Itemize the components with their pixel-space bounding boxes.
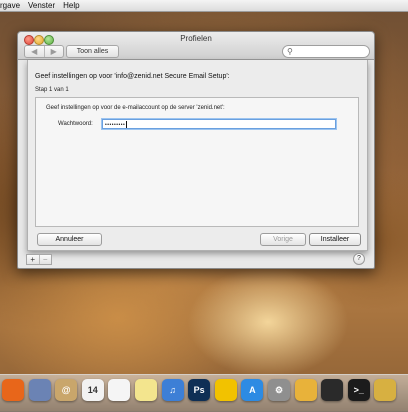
add-profile-button[interactable]: + bbox=[27, 255, 39, 264]
finder-preview-icon[interactable] bbox=[28, 379, 51, 401]
menu-item-window[interactable]: Venster bbox=[28, 1, 55, 10]
toolbox-icon[interactable] bbox=[321, 379, 344, 401]
window-title: Profielen bbox=[180, 34, 212, 43]
previous-button[interactable]: Vorige bbox=[260, 233, 306, 246]
itunes-icon[interactable]: ♫ bbox=[161, 379, 184, 401]
profiles-window: Profielen ◀ ▶ Toon alles ⚲ Geef instelli… bbox=[17, 31, 375, 269]
photoshop-icon[interactable]: Ps bbox=[188, 379, 211, 401]
password-value: ••••••••• bbox=[105, 122, 126, 128]
show-all-button[interactable]: Toon alles bbox=[66, 45, 119, 58]
profile-install-sheet: Geef instellingen op voor 'info@zenid.ne… bbox=[27, 60, 368, 251]
back-forward-control: ◀ ▶ bbox=[24, 45, 64, 58]
cancel-button[interactable]: Annuleer bbox=[37, 233, 102, 246]
text-caret bbox=[126, 121, 128, 128]
console-icon[interactable] bbox=[374, 379, 397, 401]
settings-description: Geef instellingen op voor de e-mailaccou… bbox=[46, 105, 225, 111]
menu-bar: rgave Venster Help bbox=[0, 0, 408, 12]
menu-item-edit[interactable]: rgave bbox=[0, 1, 20, 10]
terminal-icon[interactable]: >_ bbox=[347, 379, 370, 401]
cyberduck-icon[interactable] bbox=[214, 379, 237, 401]
app-store-icon[interactable]: A bbox=[241, 379, 264, 401]
help-button[interactable]: ? bbox=[353, 253, 365, 265]
address-book-icon[interactable]: @ bbox=[55, 379, 78, 401]
step-indicator: Stap 1 van 1 bbox=[35, 87, 69, 93]
menu-item-help[interactable]: Help bbox=[63, 1, 79, 10]
add-remove-control: + − bbox=[26, 254, 52, 265]
remove-profile-button[interactable]: − bbox=[38, 255, 52, 264]
password-field[interactable]: ••••••••• bbox=[102, 119, 336, 129]
sheet-heading: Geef instellingen op voor 'info@zenid.ne… bbox=[35, 73, 230, 80]
settings-box: Geef instellingen op voor de e-mailaccou… bbox=[35, 97, 359, 227]
back-button[interactable]: ◀ bbox=[25, 46, 44, 57]
install-button[interactable]: Installeer bbox=[309, 233, 361, 246]
password-label: Wachtwoord: bbox=[58, 121, 93, 127]
calendar-icon[interactable]: 14 bbox=[81, 379, 104, 401]
reminders-icon[interactable] bbox=[108, 379, 131, 401]
title-bar: Profielen ◀ ▶ Toon alles ⚲ bbox=[18, 32, 374, 60]
forward-button[interactable]: ▶ bbox=[43, 46, 64, 57]
firefox-icon[interactable] bbox=[2, 379, 24, 401]
textwrangler-icon[interactable] bbox=[294, 379, 317, 401]
system-preferences-icon[interactable]: ⚙ bbox=[268, 379, 290, 401]
search-field[interactable]: ⚲ bbox=[282, 45, 370, 58]
magnifier-icon: ⚲ bbox=[287, 47, 293, 56]
notes-icon[interactable] bbox=[135, 379, 157, 401]
